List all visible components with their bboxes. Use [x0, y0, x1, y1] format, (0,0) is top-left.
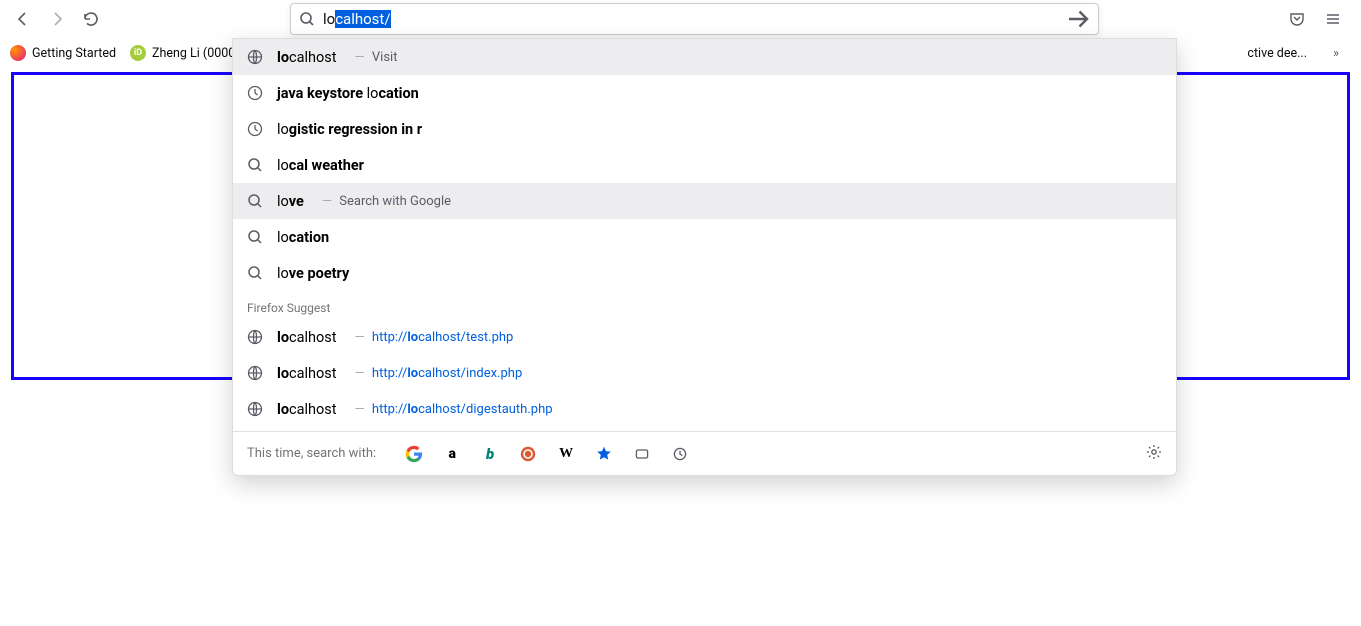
suggestion-text: love poetry [277, 265, 349, 282]
suggestion-url: http://localhost/digestauth.php [351, 402, 553, 417]
search-engine-wikipedia[interactable]: W [556, 444, 576, 464]
urlbar-container: localhost/ [290, 3, 1099, 35]
search-icon [247, 229, 263, 245]
url-input[interactable]: localhost/ [290, 3, 1099, 35]
app-menu-button[interactable] [1319, 5, 1347, 33]
firefox-suggest-row[interactable]: localhost http://localhost/test.php [233, 319, 1176, 355]
url-text: localhost/ [323, 10, 1066, 28]
bookmark-getting-started[interactable]: Getting Started [10, 45, 116, 61]
bookmarks-overflow-button[interactable]: » [1321, 38, 1351, 68]
suggestion-action: Search with Google [318, 194, 451, 209]
suggestion-row[interactable]: love poetry [233, 255, 1176, 291]
search-settings-button[interactable] [1146, 444, 1162, 464]
bookmark-label: Getting Started [32, 46, 116, 61]
suggestion-row[interactable]: location [233, 219, 1176, 255]
toolbar-right [1283, 5, 1353, 33]
suggestion-title: localhost [277, 401, 337, 418]
urlbar-suggestions-dropdown: localhost Visit java keystore location logi… [232, 38, 1177, 476]
firefox-suggest-row[interactable]: localhost http://localhost/digestauth.php [233, 391, 1176, 427]
search-engine-duckduckgo[interactable] [518, 444, 538, 464]
suggestion-text: love [277, 193, 304, 210]
search-with-label: This time, search with: [247, 446, 376, 461]
globe-icon [247, 401, 263, 417]
navigation-toolbar: localhost/ [0, 0, 1361, 38]
back-button[interactable] [8, 4, 38, 34]
search-icon [247, 193, 263, 209]
bookmark-zheng-li[interactable]: iD Zheng Li (0000-... [130, 45, 249, 61]
globe-icon [247, 365, 263, 381]
suggestion-text: location [277, 229, 329, 246]
search-icon [247, 157, 263, 173]
reload-button[interactable] [76, 4, 106, 34]
search-engine-bing[interactable]: b [480, 444, 500, 464]
suggestion-action: Visit [351, 50, 398, 65]
suggestion-text: logistic regression in r [277, 121, 422, 138]
bookmark-truncated[interactable]: ctive dee... [1247, 46, 1307, 61]
globe-icon [247, 49, 263, 65]
firefox-suggest-row[interactable]: localhost http://localhost/index.php [233, 355, 1176, 391]
forward-button[interactable] [42, 4, 72, 34]
search-engine-tabs[interactable] [632, 444, 652, 464]
globe-icon [247, 329, 263, 345]
orcid-icon: iD [130, 45, 146, 61]
bookmark-label: ctive dee... [1247, 46, 1307, 61]
suggestion-row[interactable]: java keystore location [233, 75, 1176, 111]
pocket-button[interactable] [1283, 5, 1311, 33]
suggestion-title: localhost [277, 329, 337, 346]
search-engine-footer: This time, search with: ab W [233, 431, 1176, 475]
search-icon [247, 265, 263, 281]
search-icon [299, 11, 315, 27]
suggestion-row[interactable]: localhost Visit [233, 39, 1176, 75]
search-engine-google[interactable] [404, 444, 424, 464]
suggestion-row[interactable]: love Search with Google [233, 183, 1176, 219]
history-icon [247, 85, 263, 101]
suggestion-row[interactable]: local weather [233, 147, 1176, 183]
suggestion-row[interactable]: logistic regression in r [233, 111, 1176, 147]
history-icon [247, 121, 263, 137]
suggestion-title: localhost [277, 365, 337, 382]
suggestion-url: http://localhost/test.php [351, 330, 514, 345]
suggestion-text: localhost [277, 49, 337, 66]
search-engine-history[interactable] [670, 444, 690, 464]
firefox-icon [10, 45, 26, 61]
suggestion-text: java keystore location [277, 85, 419, 102]
go-button[interactable] [1066, 7, 1090, 31]
firefox-suggest-label: Firefox Suggest [233, 291, 1176, 319]
suggestion-url: http://localhost/index.php [351, 366, 523, 381]
suggestion-text: local weather [277, 157, 364, 174]
search-engine-bookmarks[interactable] [594, 444, 614, 464]
search-engine-amazon[interactable]: a [442, 444, 462, 464]
